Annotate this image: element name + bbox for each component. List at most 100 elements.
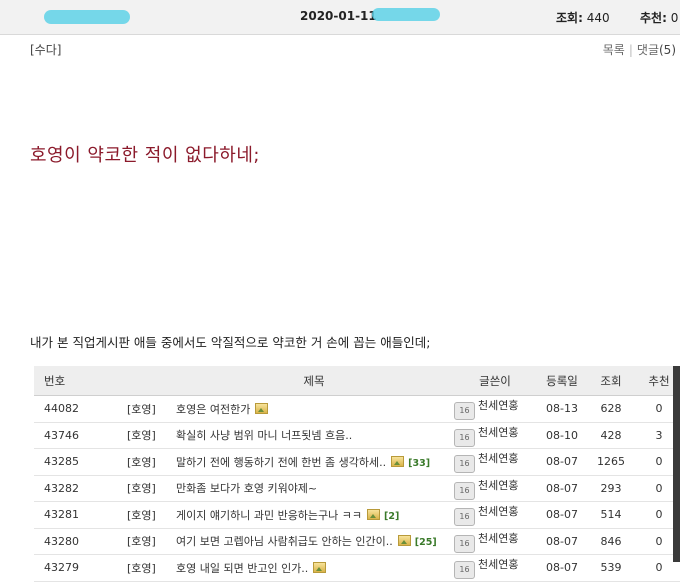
row-views: 1265 bbox=[587, 448, 635, 476]
image-attachment-icon bbox=[367, 508, 381, 520]
view-count-label: 조회: bbox=[556, 11, 583, 25]
row-writer[interactable]: 16 천세연홍 bbox=[453, 501, 537, 529]
row-writer[interactable]: 16 천세연홍 bbox=[453, 422, 537, 449]
row-title-cell[interactable]: 확실히 사냥 범위 마니 너프됫넴 흐음.. bbox=[172, 422, 453, 449]
redacted-time bbox=[372, 8, 440, 21]
comments-link-label: 댓글 bbox=[636, 43, 659, 57]
level-badge-icon: 16 bbox=[454, 455, 475, 474]
post-actions: 목록 | 댓글(5) bbox=[603, 41, 676, 58]
row-category: [호영] bbox=[115, 422, 172, 449]
post-info-bar: 2020-01-11 조회: 440 추천: 0 bbox=[0, 0, 680, 35]
row-title-cell[interactable]: 호영 내일 되면 반고인 인가.. bbox=[172, 554, 453, 582]
row-date: 08-13 bbox=[537, 395, 587, 423]
row-writer[interactable]: 16 천세연홍 bbox=[453, 554, 537, 582]
row-number: 43279 bbox=[34, 554, 115, 582]
table-header-row: 번호 제목 글쓴이 등록일 조회 추천 bbox=[34, 366, 680, 396]
writer-name[interactable]: 천세연홍 bbox=[478, 426, 518, 439]
row-number: 44082 bbox=[34, 395, 115, 423]
recommend-count-label: 추천: bbox=[640, 11, 667, 25]
row-category: [호영] bbox=[115, 395, 172, 423]
row-date: 08-07 bbox=[537, 554, 587, 582]
row-category: [호영] bbox=[115, 554, 172, 582]
row-title-link[interactable]: 확실히 사냥 범위 마니 너프됫넴 흐음.. bbox=[176, 429, 352, 442]
post-body: 내가 본 직업게시판 애들 중에서도 악질적으로 약코한 거 손에 꼽는 애들인… bbox=[30, 335, 431, 350]
table-row[interactable]: 43281 [호영] 게이지 얘기하니 과민 반응하는구나 ㅋㅋ [2] 16 천세연홍 0… bbox=[34, 501, 680, 529]
divider: | bbox=[628, 43, 633, 57]
writer-name[interactable]: 천세연홍 bbox=[478, 479, 518, 492]
comments-link[interactable]: 댓글(5) bbox=[637, 43, 676, 57]
related-posts-table: 번호 제목 글쓴이 등록일 조회 추천 44082 [호영] 호영은 여전한가 16 천… bbox=[34, 366, 680, 582]
row-date: 08-07 bbox=[537, 528, 587, 555]
row-date: 08-07 bbox=[537, 475, 587, 502]
row-writer[interactable]: 16 천세연홍 bbox=[453, 528, 537, 555]
row-date: 08-10 bbox=[537, 422, 587, 449]
row-writer[interactable]: 16 천세연홍 bbox=[453, 448, 537, 476]
row-title-link[interactable]: 만화좀 보다가 호영 키워야제~ bbox=[176, 482, 317, 495]
row-title-cell[interactable]: 호영은 여전한가 bbox=[172, 395, 453, 423]
post-date: 2020-01-11 bbox=[300, 9, 377, 23]
row-views: 846 bbox=[587, 528, 635, 555]
row-writer[interactable]: 16 천세연홍 bbox=[453, 475, 537, 502]
comments-count: (5) bbox=[659, 43, 676, 57]
writer-name[interactable]: 천세연홍 bbox=[478, 505, 518, 518]
recommend-count-value: 0 bbox=[670, 11, 679, 25]
row-number: 43281 bbox=[34, 501, 115, 529]
row-views: 539 bbox=[587, 554, 635, 582]
writer-name[interactable]: 천세연홍 bbox=[478, 532, 518, 545]
row-title-link[interactable]: 여기 보면 고렙아님 사람취급도 안하는 인간이.. bbox=[176, 535, 393, 548]
row-date: 08-07 bbox=[537, 501, 587, 529]
level-badge-icon: 16 bbox=[454, 534, 475, 553]
row-views: 293 bbox=[587, 475, 635, 502]
image-attachment-icon bbox=[313, 561, 327, 573]
comment-count[interactable]: [2] bbox=[384, 511, 399, 522]
row-title-cell[interactable]: 게이지 얘기하니 과민 반응하는구나 ㅋㅋ [2] bbox=[172, 501, 453, 529]
writer-name[interactable]: 천세연홍 bbox=[478, 558, 518, 571]
recommend-count: 추천: 0 bbox=[640, 9, 678, 26]
row-title-link[interactable]: 게이지 얘기하니 과민 반응하는구나 ㅋㅋ bbox=[176, 509, 362, 522]
table-row[interactable]: 43285 [호영] 말하기 전에 행동하기 전에 한번 좀 생각하세.. [33] 1… bbox=[34, 448, 680, 476]
table-row[interactable]: 43746 [호영] 확실히 사냥 범위 마니 너프됫넴 흐음.. 16 천세연홍 08-… bbox=[34, 422, 680, 449]
redacted-author bbox=[44, 10, 130, 24]
row-title-link[interactable]: 호영 내일 되면 반고인 인가.. bbox=[176, 562, 308, 575]
scrollbar[interactable] bbox=[673, 366, 680, 562]
row-title-cell[interactable]: 여기 보면 고렙아님 사람취급도 안하는 인간이.. [25] bbox=[172, 528, 453, 555]
row-views: 514 bbox=[587, 501, 635, 529]
header-no: 번호 bbox=[34, 366, 115, 396]
row-number: 43285 bbox=[34, 448, 115, 476]
row-number: 43746 bbox=[34, 422, 115, 449]
table-row[interactable]: 43280 [호영] 여기 보면 고렙아님 사람취급도 안하는 인간이.. [25] 1… bbox=[34, 528, 680, 555]
view-count: 조회: 440 bbox=[556, 9, 610, 26]
table-row[interactable]: 43279 [호영] 호영 내일 되면 반고인 인가.. 16 천세연홍 08-07 539… bbox=[34, 554, 680, 582]
level-badge-icon: 16 bbox=[454, 402, 475, 421]
post-headline: 호영이 약코한 적이 없다하네; bbox=[30, 145, 260, 166]
row-views: 428 bbox=[587, 422, 635, 449]
row-number: 43280 bbox=[34, 528, 115, 555]
row-date: 08-07 bbox=[537, 448, 587, 476]
image-attachment-icon bbox=[397, 535, 411, 547]
header-title: 제목 bbox=[172, 366, 453, 396]
header-date: 등록일 bbox=[537, 366, 587, 396]
level-badge-icon: 16 bbox=[454, 428, 475, 447]
row-category: [호영] bbox=[115, 501, 172, 529]
row-writer[interactable]: 16 천세연홍 bbox=[453, 395, 537, 423]
row-category: [호영] bbox=[115, 528, 172, 555]
list-link[interactable]: 목록 bbox=[603, 43, 625, 57]
writer-name[interactable]: 천세연홍 bbox=[478, 399, 518, 412]
comment-count[interactable]: [33] bbox=[408, 458, 430, 469]
row-title-link[interactable]: 말하기 전에 행동하기 전에 한번 좀 생각하세.. bbox=[176, 456, 386, 469]
image-attachment-icon bbox=[255, 402, 269, 414]
row-title-cell[interactable]: 말하기 전에 행동하기 전에 한번 좀 생각하세.. [33] bbox=[172, 448, 453, 476]
post-category: [수다] bbox=[30, 43, 62, 57]
table-row[interactable]: 43282 [호영] 만화좀 보다가 호영 키워야제~ 16 천세연홍 08-07 293 0 bbox=[34, 475, 680, 502]
row-title-cell[interactable]: 만화좀 보다가 호영 키워야제~ bbox=[172, 475, 453, 502]
level-badge-icon: 16 bbox=[454, 561, 475, 580]
writer-name[interactable]: 천세연홍 bbox=[478, 452, 518, 465]
row-number: 43282 bbox=[34, 475, 115, 502]
row-title-link[interactable]: 호영은 여전한가 bbox=[176, 403, 250, 416]
header-category bbox=[115, 366, 172, 396]
comment-count[interactable]: [25] bbox=[415, 537, 437, 548]
image-attachment-icon bbox=[391, 455, 405, 467]
table-row[interactable]: 44082 [호영] 호영은 여전한가 16 천세연홍 08-13 628 0 bbox=[34, 395, 680, 423]
header-writer: 글쓴이 bbox=[453, 366, 537, 396]
level-badge-icon: 16 bbox=[454, 508, 475, 527]
